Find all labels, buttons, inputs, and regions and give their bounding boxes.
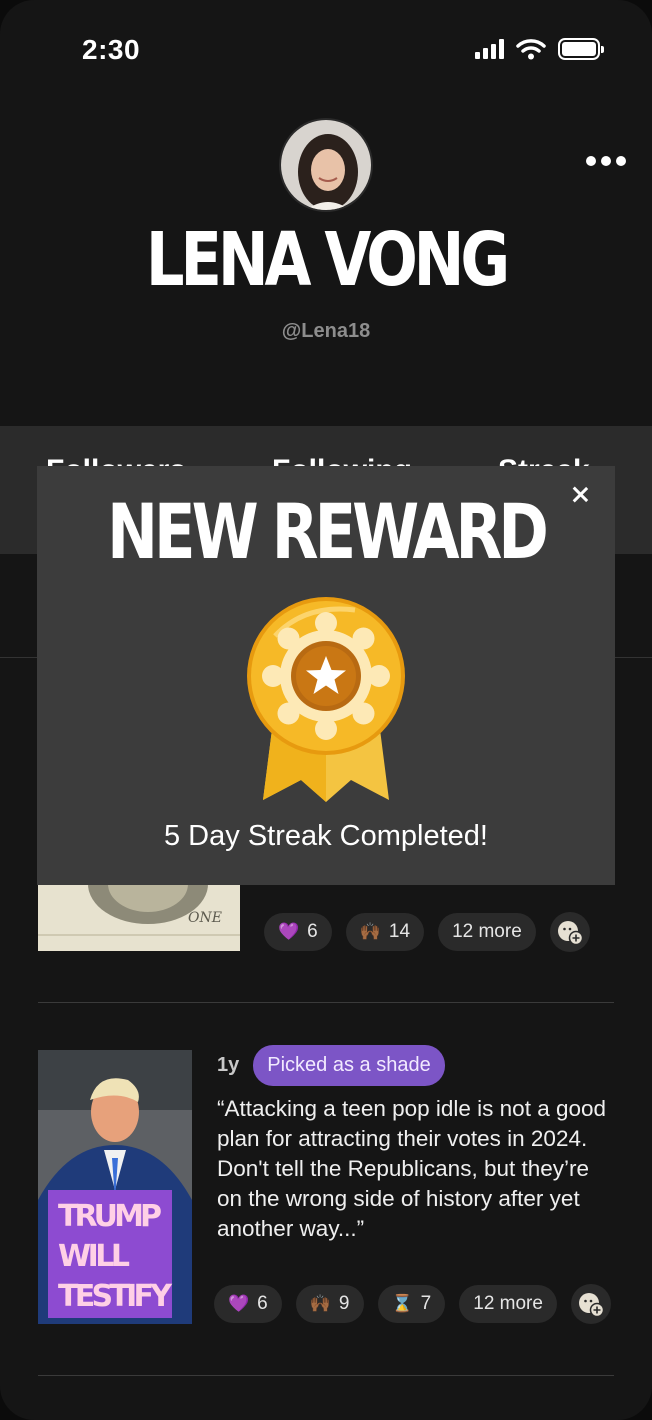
- more-options-icon[interactable]: [586, 156, 626, 166]
- more-reactions-chip[interactable]: 12 more: [459, 1285, 557, 1323]
- shade-badge: Picked as a shade: [253, 1045, 445, 1086]
- post2-reactions: 💜 6 🙌🏾 9 ⌛ 7 12 more: [214, 1284, 611, 1324]
- status-time: 2:30: [82, 34, 141, 65]
- reaction-heart-chip[interactable]: 💜 6: [214, 1285, 282, 1323]
- thumb-caption-line3: TESTIFY: [58, 1279, 173, 1314]
- avatar[interactable]: [279, 118, 373, 212]
- add-reaction-button[interactable]: [570, 1284, 611, 1324]
- purple-heart-icon: 💜: [278, 922, 300, 941]
- reaction-hourglass-chip[interactable]: ⌛ 7: [377, 1285, 446, 1323]
- purple-heart-icon: 💜: [228, 1294, 250, 1313]
- add-emoji-icon: [557, 921, 584, 946]
- modal-caption: 5 Day Streak Completed!: [164, 820, 488, 852]
- post1-reactions: 💜 6 🙌🏾 14 12 more: [264, 912, 590, 952]
- feed-divider: [38, 1375, 614, 1376]
- add-reaction-button[interactable]: [549, 912, 590, 952]
- profile-name: LENA VONG: [145, 217, 510, 303]
- add-emoji-icon: [578, 1293, 605, 1318]
- close-icon[interactable]: [569, 484, 591, 506]
- raised-hands-icon: 🙌🏾: [309, 1294, 331, 1313]
- modal-title: NEW REWARD: [107, 487, 549, 576]
- post2-meta: 1y Picked as a shade: [217, 1045, 445, 1086]
- reaction-count: 7: [420, 1293, 432, 1314]
- profile-handle: @Lena18: [281, 320, 371, 342]
- phone-screen: 2:30 LENA VONG @Lena18 Followers Followi…: [0, 0, 652, 1420]
- post1-thumbnail[interactable]: ONE: [38, 884, 240, 951]
- status-icons: [475, 38, 604, 60]
- reaction-heart-chip[interactable]: 💜 6: [264, 913, 332, 951]
- reaction-count: 9: [338, 1293, 350, 1314]
- post-age: 1y: [217, 1054, 240, 1076]
- signal-icon: [475, 39, 504, 59]
- feed-divider: [38, 1002, 614, 1003]
- thumb-caption-line1: TRUMP: [58, 1199, 162, 1234]
- reward-modal: NEW REWARD 5 Day Streak Completed!: [37, 466, 615, 885]
- reaction-count: 6: [257, 1293, 268, 1314]
- hourglass-icon: ⌛: [391, 1294, 413, 1313]
- reaction-hands-chip[interactable]: 🙌🏾 14: [345, 913, 425, 951]
- reaction-count: 14: [388, 921, 411, 942]
- reaction-hands-chip[interactable]: 🙌🏾 9: [295, 1285, 364, 1323]
- svg-text:ONE: ONE: [188, 910, 222, 926]
- post2-quote[interactable]: “Attacking a teen pop idle is not a good…: [217, 1094, 617, 1244]
- medal-icon: [247, 597, 405, 802]
- more-reactions-chip[interactable]: 12 more: [438, 913, 536, 951]
- thumb-caption-line2: WILL: [58, 1239, 130, 1274]
- wifi-icon: [516, 39, 546, 60]
- reaction-count: 6: [307, 921, 318, 942]
- post2-thumbnail[interactable]: TRUMP WILL TESTIFY: [38, 1050, 192, 1324]
- raised-hands-icon: 🙌🏾: [359, 922, 381, 941]
- battery-icon: [558, 38, 604, 60]
